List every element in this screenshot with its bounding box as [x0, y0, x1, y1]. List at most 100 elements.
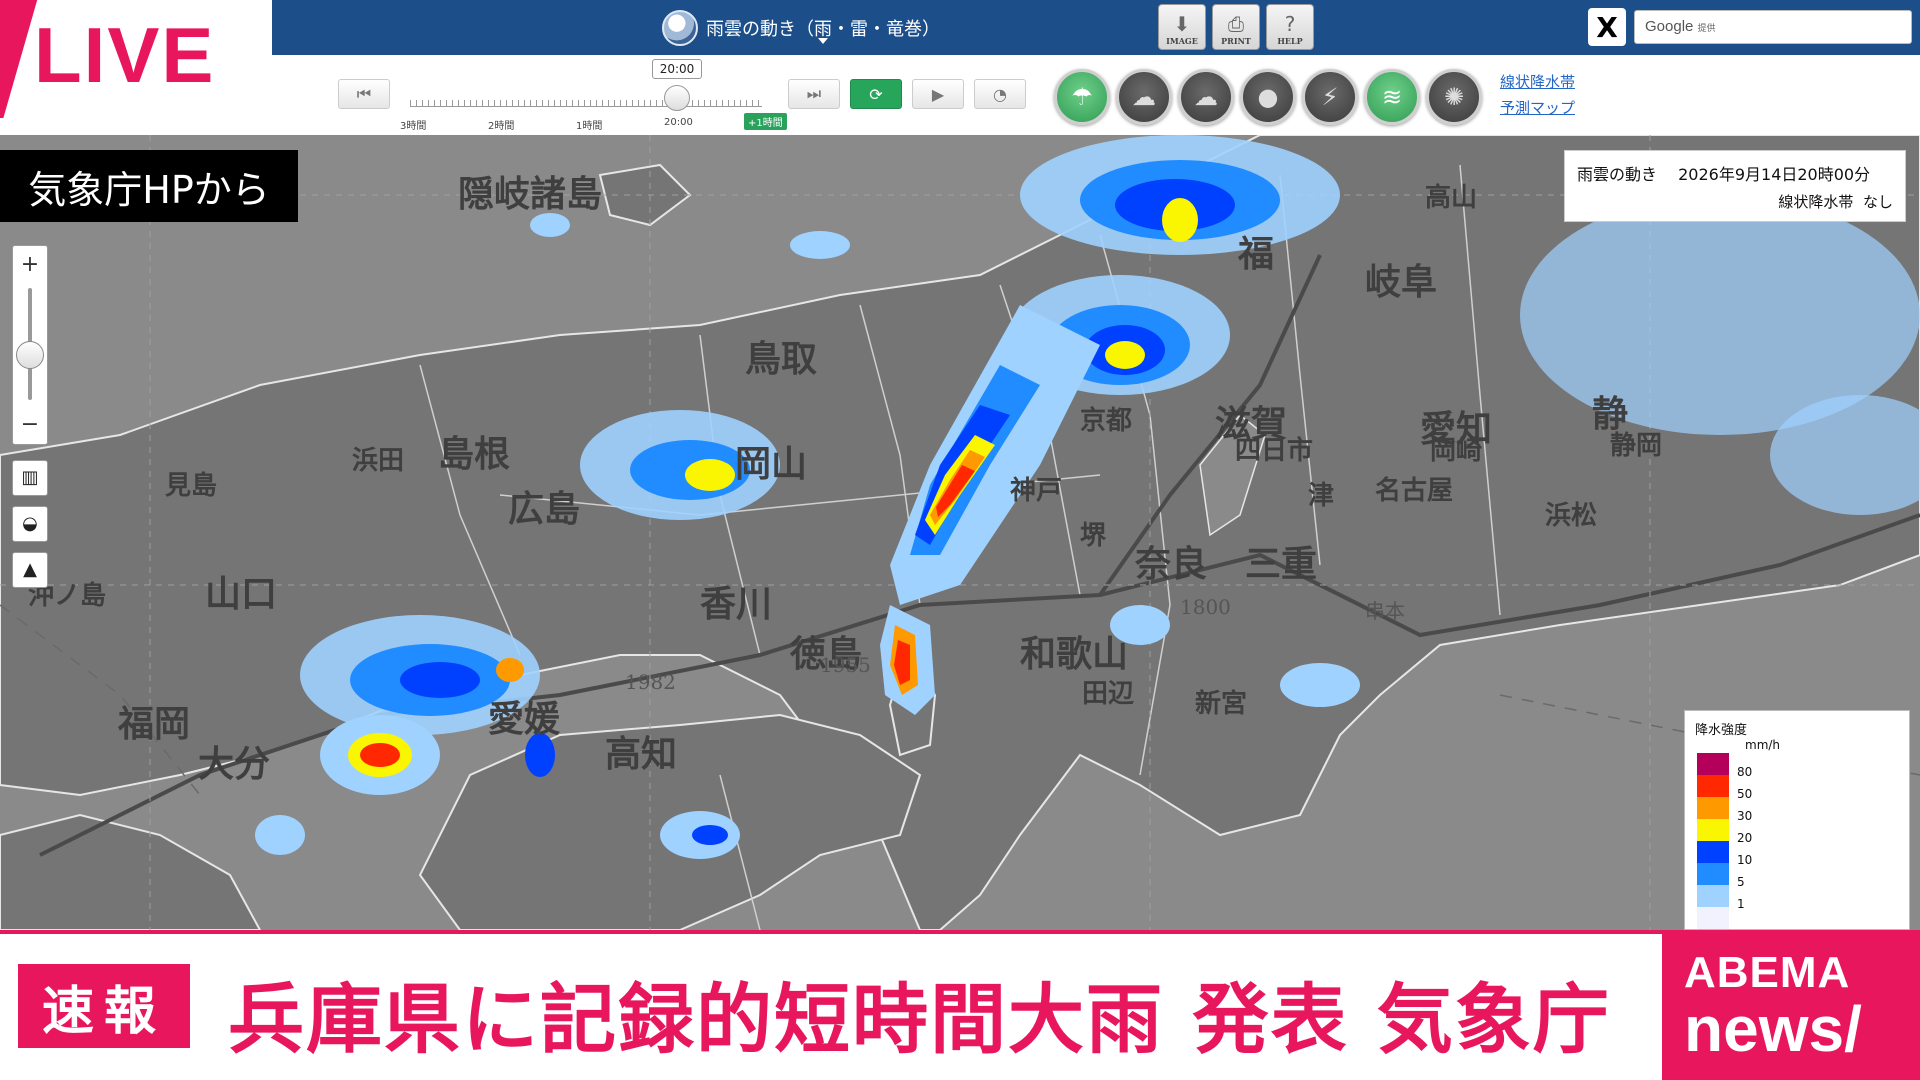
rain-radar-map[interactable]: 隠岐諸島 島根 鳥取 岡山 広島 山口 香川 徳島 愛媛 福岡 大分 高知 和歌… [0, 135, 1920, 930]
layer-rain-drop-button[interactable]: ● [1240, 69, 1296, 125]
brand-line-2: news/ [1684, 993, 1862, 1065]
legend-row: 50 [1697, 775, 1817, 801]
place-label: 高山 [1425, 183, 1478, 213]
legend-swatch [1697, 863, 1729, 885]
time-slider-handle[interactable] [664, 85, 690, 111]
legend-swatch [1697, 775, 1729, 797]
legend-swatch [1697, 753, 1729, 775]
place-label: 和歌山 [1020, 633, 1129, 675]
legend-swatch [1697, 885, 1729, 907]
thunder-cloud-icon: ☁ [1132, 83, 1156, 111]
help-button[interactable]: ? HELP [1266, 4, 1314, 50]
app-title-dropdown[interactable]: 雨雲の動き（雨・雷・竜巻） [662, 10, 940, 46]
rain-cloud-icon: ☂ [1071, 83, 1093, 111]
image-download-button[interactable]: ⬇ IMAGE [1158, 4, 1206, 50]
x-share-button[interactable]: X [1588, 8, 1626, 46]
zoom-control: + − [12, 245, 48, 445]
layer-tornado-cloud-button[interactable]: ☁ [1178, 69, 1234, 125]
place-label: 岡崎 [1430, 436, 1483, 466]
timestamp-panel: 雨雲の動き 2026年9月14日20時00分 線状降水帯 なし [1564, 150, 1906, 222]
legend-row: 20 [1697, 819, 1817, 845]
speedometer-icon: ◔ [993, 84, 1007, 104]
place-label: 四日市 [1235, 436, 1314, 466]
x-logo-icon: X [1596, 10, 1618, 44]
playback-controls: ⏮ 20:00 3時間 2時間 1時間 20:00 +1時間 ⏭ ⟳ ▶ ◔ ☂… [272, 55, 1920, 135]
place-label: 高知 [605, 733, 678, 775]
map-layer-button[interactable]: ▥ [12, 460, 48, 496]
place-label: 名古屋 [1375, 476, 1454, 506]
place-label: 静岡 [1610, 431, 1663, 461]
place-label: 岡山 [735, 443, 808, 485]
tick-label: 20:00 [664, 117, 693, 128]
zoom-slider-handle[interactable] [16, 341, 44, 369]
zoom-in-button[interactable]: + [13, 250, 47, 280]
terrain-layer-button[interactable]: ▲ [12, 552, 48, 588]
place-label: 山口 [205, 573, 278, 615]
place-label: 浜松 [1545, 501, 1598, 531]
skip-end-icon: ⏭ [806, 84, 822, 103]
drop-layer-button[interactable]: ◒ [12, 506, 48, 542]
legend-swatch [1697, 841, 1729, 863]
print-button[interactable]: ⎙ PRINT [1212, 4, 1260, 50]
band-value: なし [1862, 193, 1893, 211]
map-icon: ▥ [21, 467, 39, 488]
place-label: 浜田 [352, 446, 405, 476]
legend-title: 降水強度 [1695, 723, 1748, 738]
refresh-icon: ⟳ [869, 84, 883, 104]
layer-thunder-cloud-button[interactable]: ☁ [1116, 69, 1172, 125]
place-label: 福岡 [118, 703, 191, 745]
place-label: 島根 [438, 433, 511, 475]
water-drop-icon: ◒ [22, 513, 38, 534]
lightning-icon: ⚡ [1321, 83, 1339, 111]
refresh-button[interactable]: ⟳ [850, 79, 902, 109]
chevron-down-icon[interactable] [818, 38, 828, 44]
news-ticker: 速報 兵庫県に記録的短時間大雨 発表 気象庁 ABEMA news/ [0, 930, 1920, 1080]
skip-start-button[interactable]: ⏮ [338, 79, 390, 109]
place-label: 愛媛 [488, 698, 561, 740]
zoom-out-button[interactable]: − [13, 410, 47, 440]
layer-lightning-button[interactable]: ⚡ [1302, 69, 1358, 125]
forecast-map-link[interactable]: 予測マップ [1500, 97, 1575, 118]
brand-line-1: ABEMA [1684, 948, 1851, 997]
skip-end-button[interactable]: ⏭ [788, 79, 840, 109]
place-label: 香川 [700, 583, 773, 625]
map-canvas [0, 135, 1920, 930]
time-slider-track[interactable] [410, 93, 762, 107]
place-label: 隠岐諸島 [458, 173, 603, 215]
layer-rain-cloud-button[interactable]: ☂ [1054, 69, 1110, 125]
watermark: (ANN) [1782, 880, 1842, 904]
download-icon: ⬇ [1173, 12, 1191, 36]
linear-rainband-link[interactable]: 線状降水帯 [1500, 71, 1575, 92]
panel-datetime: 2026年9月14日20時00分 [1678, 165, 1871, 184]
place-label: 大分 [198, 743, 271, 785]
typhoon-icon: ✺ [1443, 83, 1465, 111]
place-label: 田辺 [1082, 679, 1135, 709]
legend-swatch [1697, 907, 1729, 929]
peak-label: 1800 [1180, 595, 1231, 619]
printer-icon: ⎙ [1228, 12, 1244, 36]
tick-label: 2時間 [488, 121, 515, 132]
layer-linear-rainband-button[interactable]: ≋ [1364, 69, 1420, 125]
breaking-news-tag: 速報 [18, 964, 190, 1048]
skip-start-icon: ⏮ [356, 84, 372, 103]
top-header-bar: 雨雲の動き（雨・雷・竜巻） ⬇ IMAGE ⎙ PRINT ? HELP X G… [272, 0, 1920, 55]
play-button[interactable]: ▶ [912, 79, 964, 109]
legend-swatch [1697, 797, 1729, 819]
rain-drop-icon: ● [1257, 83, 1279, 111]
google-search-input[interactable]: Google 提供 [1634, 10, 1912, 44]
current-time-label: 20:00 [652, 59, 702, 79]
legend-row: 10 [1697, 841, 1817, 867]
layer-typhoon-button[interactable]: ✺ [1426, 69, 1482, 125]
live-badge: LIVE [0, 0, 272, 118]
abema-news-logo: ABEMA news/ [1662, 930, 1920, 1080]
panel-label: 雨雲の動き [1577, 165, 1658, 184]
band-label: 線状降水帯 [1778, 193, 1854, 211]
forecast-tag[interactable]: +1時間 [744, 113, 787, 130]
place-label: 神戸 [1010, 476, 1063, 506]
speed-button[interactable]: ◔ [974, 79, 1026, 109]
place-label: 串本 [1365, 599, 1405, 623]
play-icon: ▶ [931, 84, 945, 104]
tick-label: 1時間 [576, 121, 603, 132]
place-label: 三重 [1245, 543, 1318, 585]
legend-unit: mm/h [1745, 738, 1781, 752]
